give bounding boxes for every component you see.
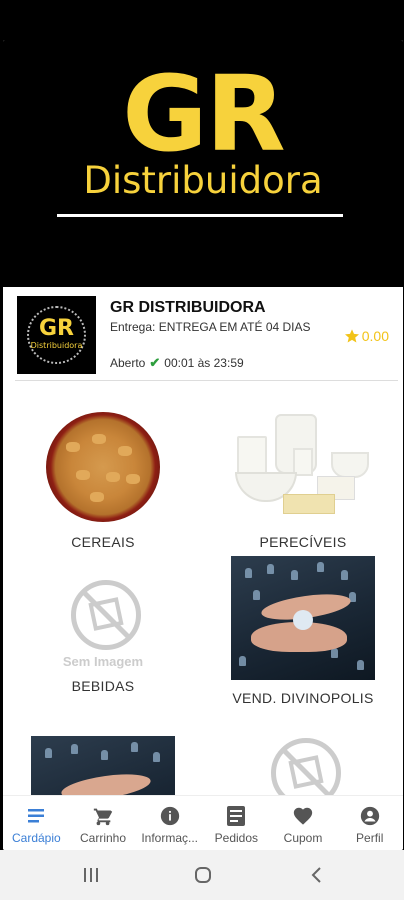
recent-apps-icon: [84, 868, 98, 882]
category-label: PERECÍVEIS: [259, 534, 347, 550]
rating-value: 0.00: [361, 328, 389, 344]
no-image-text: Sem Imagem: [62, 654, 144, 669]
home-icon: [195, 867, 211, 883]
status-bar: [0, 0, 404, 40]
category-item-6[interactable]: [203, 736, 403, 808]
logo-brand: GR: [39, 316, 74, 341]
store-status: Aberto: [110, 356, 146, 370]
store-info: GR Distribuidora GR DISTRIBUIDORA Entreg…: [3, 287, 403, 382]
nav-label: Carrinho: [79, 831, 127, 845]
nav-label: Perfil: [356, 831, 384, 845]
category-bebidas[interactable]: Sem Imagem BEBIDAS: [3, 560, 203, 720]
category-label: VEND. DIVINOPOLIS: [232, 690, 374, 706]
nav-label: Cardápio: [11, 831, 61, 845]
category-image-business: [231, 556, 375, 680]
category-vend-divinopolis[interactable]: VEND. DIVINOPOLIS: [203, 556, 403, 720]
hero-divider: [57, 214, 343, 217]
heart-icon: [291, 804, 315, 828]
category-label: BEBIDAS: [71, 678, 135, 694]
category-item-5[interactable]: [3, 736, 203, 850]
nav-label: Pedidos: [214, 831, 259, 845]
nav-pedidos[interactable]: Pedidos: [203, 796, 270, 850]
app-screen: GR Distribuidora GR Distribuidora GR DIS…: [3, 40, 403, 850]
menu-list-icon: [24, 804, 48, 828]
home-button[interactable]: [192, 865, 214, 885]
hero-brand: GR: [122, 53, 285, 175]
nav-informacoes[interactable]: Informaç...: [136, 796, 203, 850]
category-image-dairy: [235, 410, 371, 520]
nav-perfil[interactable]: Perfil: [336, 796, 403, 850]
category-label: CEREAIS: [71, 534, 135, 550]
store-logo: GR Distribuidora: [17, 296, 96, 374]
nav-cupom[interactable]: Cupom: [270, 796, 337, 850]
check-icon: ✔: [149, 355, 161, 370]
app-root: GR Distribuidora GR Distribuidora GR DIS…: [0, 0, 404, 900]
recent-apps-button[interactable]: [80, 865, 102, 885]
nav-carrinho[interactable]: Carrinho: [70, 796, 137, 850]
receipt-icon: [224, 804, 248, 828]
back-button[interactable]: [306, 865, 328, 885]
category-grid: CEREAIS PERECÍVEIS Sem Imagem BEBIDAS VE…: [3, 382, 403, 850]
category-cereais[interactable]: CEREAIS: [3, 382, 203, 550]
nav-cardapio[interactable]: Cardápio: [3, 796, 70, 850]
logo-subtitle: Distribuidora: [30, 341, 83, 350]
hero-banner: GR Distribuidora: [3, 40, 403, 287]
store-hours-range: 00:01 às 23:59: [164, 356, 244, 370]
store-delivery: Entrega: ENTREGA EM ATÉ 04 DIAS: [110, 320, 311, 334]
nav-label: Cupom: [283, 831, 323, 845]
info-icon: [158, 804, 182, 828]
store-hours: Aberto ✔ 00:01 às 23:59: [110, 355, 244, 371]
store-rating: 0.00: [344, 328, 389, 344]
hero-subtitle: Distribuidora: [83, 159, 323, 202]
category-pereciveis[interactable]: PERECÍVEIS: [203, 382, 403, 550]
system-navigation-bar: [0, 850, 404, 900]
nav-label: Informaç...: [141, 831, 199, 845]
bottom-navigation: Cardápio Carrinho Informaç... Pedidos Cu…: [3, 795, 403, 850]
category-image-cereal: [46, 412, 160, 522]
store-name: GR DISTRIBUIDORA: [110, 299, 266, 316]
person-icon: [358, 804, 382, 828]
store-divider: [15, 380, 398, 381]
no-image-icon: Sem Imagem: [53, 574, 153, 674]
back-icon: [311, 867, 321, 883]
star-icon: [344, 329, 359, 343]
cart-icon: [91, 804, 115, 828]
